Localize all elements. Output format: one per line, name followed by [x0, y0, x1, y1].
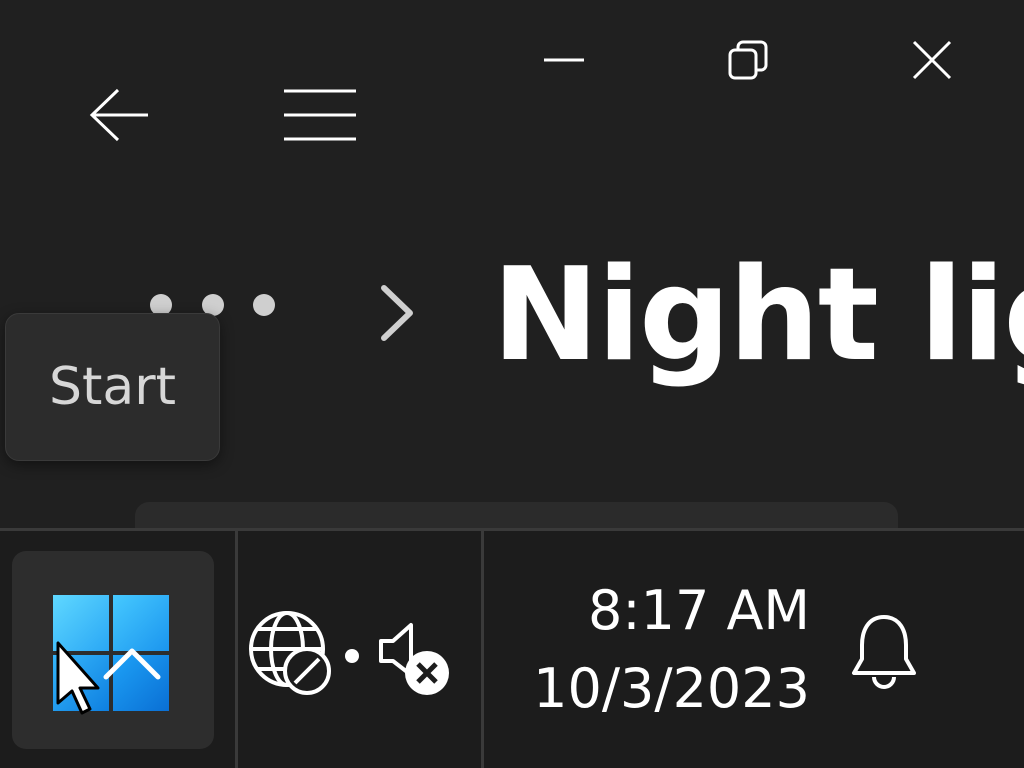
tooltip-text: Start: [48, 357, 177, 417]
tray-separator-dot: [345, 649, 359, 663]
hamburger-menu-icon: [284, 89, 356, 141]
minimize-icon: [544, 58, 584, 62]
taskbar-divider: [235, 531, 238, 768]
system-tray[interactable]: [245, 601, 470, 701]
ellipsis-dot: [253, 294, 275, 316]
clock-time: 8:17 AM: [588, 579, 810, 642]
chevron-right-icon: [381, 285, 413, 341]
start-button[interactable]: [12, 551, 214, 749]
restore-button[interactable]: [713, 30, 783, 90]
page-title: Night lig: [492, 241, 1024, 390]
close-icon: [912, 40, 952, 80]
settings-window: Night lig Start: [0, 0, 1024, 768]
taskbar-divider: [481, 531, 484, 768]
back-button[interactable]: [80, 80, 160, 150]
taskbar: 8:17 AM 10/3/2023: [0, 528, 1024, 768]
close-button[interactable]: [897, 30, 967, 90]
chevron-up-icon[interactable]: [100, 643, 164, 683]
taskbar-clock[interactable]: 8:17 AM 10/3/2023: [500, 573, 810, 729]
bell-icon[interactable]: [848, 611, 920, 691]
mouse-cursor-icon: [56, 641, 100, 715]
network-no-internet-icon[interactable]: [247, 609, 337, 699]
clock-date: 10/3/2023: [533, 657, 810, 720]
volume-muted-icon[interactable]: [375, 617, 455, 697]
back-arrow-icon: [89, 88, 148, 142]
minimize-button[interactable]: [529, 30, 599, 90]
navigation-menu-button[interactable]: [280, 80, 360, 150]
restore-icon: [728, 40, 768, 80]
start-tooltip: Start: [5, 313, 220, 461]
